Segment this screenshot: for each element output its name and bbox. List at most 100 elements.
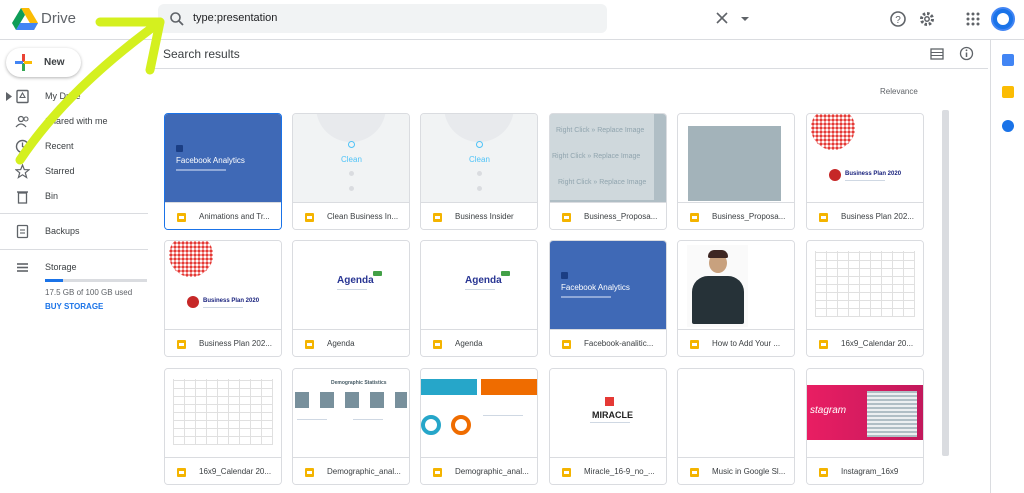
thumbnail <box>807 241 923 329</box>
slides-file-icon <box>433 340 442 349</box>
slides-file-icon <box>177 213 186 222</box>
thumbnail: Clean <box>293 114 409 202</box>
drive-logo-icon[interactable] <box>12 8 38 30</box>
search-bar[interactable]: type:presentation <box>158 4 749 33</box>
sidebar-item-label: Starred <box>45 166 75 176</box>
sidebar-divider <box>0 249 148 250</box>
search-icon[interactable] <box>169 11 185 27</box>
file-card-footer: Business_Proposa... <box>550 202 666 229</box>
page-title: Search results <box>163 47 240 61</box>
file-card[interactable]: Business_Proposa... <box>677 113 795 230</box>
list-view-icon[interactable] <box>930 47 944 61</box>
calendar-addon-icon[interactable] <box>1002 54 1014 66</box>
sidebar-item-recent[interactable]: Recent <box>0 136 150 158</box>
sidebar-item-backups[interactable]: Backups <box>0 221 150 243</box>
file-card-footer: Instagram_16x9 <box>807 457 923 484</box>
slides-file-icon <box>433 213 442 222</box>
file-card[interactable]: 16x9_Calendar 20... <box>164 368 282 485</box>
new-button-label: New <box>44 57 65 68</box>
file-card[interactable]: stagram Instagram_16x9 <box>806 368 924 485</box>
file-name: Facebook-analitic... <box>584 339 654 348</box>
file-card-footer: Demographic_anal... <box>421 457 537 484</box>
file-card[interactable]: Facebook Analytics Facebook-analitic... <box>549 240 667 357</box>
my-drive-icon <box>16 89 29 104</box>
sort-order-label[interactable]: Relevance <box>880 87 918 96</box>
file-card[interactable]: Demographic Statistics Demographic_anal..… <box>292 368 410 485</box>
app-name[interactable]: Drive <box>41 10 76 27</box>
file-card[interactable]: Agenda Agenda <box>292 240 410 357</box>
star-icon <box>15 164 30 179</box>
file-card[interactable]: Facebook Analytics Animations and Tr... <box>164 113 282 230</box>
apps-grid-icon[interactable] <box>964 10 982 28</box>
info-icon[interactable] <box>959 46 974 61</box>
file-name: Music in Google Sl... <box>712 467 786 476</box>
main-divider <box>152 68 988 69</box>
thumbnail-title: Right Click » Replace Image <box>552 153 641 160</box>
slides-file-icon <box>690 468 699 477</box>
file-card-footer: Business_Proposa... <box>678 202 794 229</box>
thumbnail: Business Plan 2020 <box>165 241 281 329</box>
file-card-footer: Music in Google Sl... <box>678 457 794 484</box>
top-header: Drive type:presentation ? <box>0 0 1024 40</box>
help-icon[interactable]: ? <box>889 10 907 28</box>
file-card[interactable]: Business Plan 2020 Business Plan 202... <box>164 240 282 357</box>
storage-usage-bar <box>45 279 147 282</box>
slides-file-icon <box>819 213 828 222</box>
thumbnail-title: Facebook Analytics <box>561 283 630 292</box>
keep-addon-icon[interactable] <box>1002 86 1014 98</box>
slides-file-icon <box>562 340 571 349</box>
thumbnail-title: Business Plan 2020 <box>203 298 260 304</box>
file-name: Agenda <box>455 339 483 348</box>
account-avatar[interactable] <box>991 7 1015 31</box>
file-card[interactable]: Agenda Agenda <box>420 240 538 357</box>
slides-file-icon <box>819 340 828 349</box>
slides-file-icon <box>562 213 571 222</box>
sidebar-item-my-drive[interactable]: My Drive <box>0 86 150 108</box>
slides-file-icon <box>690 213 699 222</box>
slides-file-icon <box>433 468 442 477</box>
file-card[interactable]: How to Add Your ... <box>677 240 795 357</box>
file-card[interactable]: Music in Google Sl... <box>677 368 795 485</box>
scrollbar[interactable] <box>942 110 949 456</box>
file-name: 16x9_Calendar 20... <box>199 467 272 476</box>
thumbnail: stagram <box>807 369 923 457</box>
storage-usage-fill <box>45 279 63 282</box>
file-card[interactable]: Right Click » Replace Image Right Click »… <box>549 113 667 230</box>
thumbnail: MIRACLE <box>550 369 666 457</box>
storage-usage-text: 17.5 GB of 100 GB used <box>45 288 133 297</box>
slides-file-icon <box>305 340 314 349</box>
thumbnail: Business Plan 2020 <box>807 114 923 202</box>
file-card[interactable]: Business Plan 2020 Business Plan 202... <box>806 113 924 230</box>
thumbnail <box>678 114 794 202</box>
sidebar-item-label: Backups <box>45 226 80 236</box>
sidebar-item-starred[interactable]: Starred <box>0 161 150 183</box>
expand-caret-icon[interactable] <box>6 92 12 101</box>
sidebar-item-shared-with-me[interactable]: Shared with me <box>0 111 150 133</box>
slides-file-icon <box>690 340 699 349</box>
thumbnail: Clean <box>421 114 537 202</box>
file-name: Animations and Tr... <box>199 212 270 221</box>
file-name: Demographic_anal... <box>327 467 401 476</box>
close-icon[interactable] <box>715 11 729 25</box>
thumbnail <box>678 241 794 329</box>
file-card-footer: Business Plan 202... <box>807 202 923 229</box>
file-card-footer: Clean Business In... <box>293 202 409 229</box>
tasks-addon-icon[interactable] <box>1002 120 1014 132</box>
search-input[interactable]: type:presentation <box>193 12 277 24</box>
sidebar-item-storage[interactable]: Storage <box>0 257 150 279</box>
file-card[interactable]: Clean Clean Business In... <box>292 113 410 230</box>
file-card[interactable]: 16x9_Calendar 20... <box>806 240 924 357</box>
backup-icon <box>16 224 29 239</box>
file-card[interactable]: MIRACLE Miracle_16-9_no_... <box>549 368 667 485</box>
file-card[interactable]: Demographic_anal... <box>420 368 538 485</box>
settings-gear-icon[interactable] <box>918 10 936 28</box>
file-card-footer: Demographic_anal... <box>293 457 409 484</box>
file-card-footer: Agenda <box>421 329 537 356</box>
sidebar-item-label: Shared with me <box>45 116 108 126</box>
search-options-dropdown-icon[interactable] <box>739 13 751 25</box>
thumbnail-title: stagram <box>810 405 847 416</box>
file-card[interactable]: Clean Business Insider <box>420 113 538 230</box>
buy-storage-link[interactable]: BUY STORAGE <box>45 302 103 311</box>
new-button[interactable]: New <box>6 48 81 77</box>
sidebar-item-bin[interactable]: Bin <box>0 186 150 208</box>
